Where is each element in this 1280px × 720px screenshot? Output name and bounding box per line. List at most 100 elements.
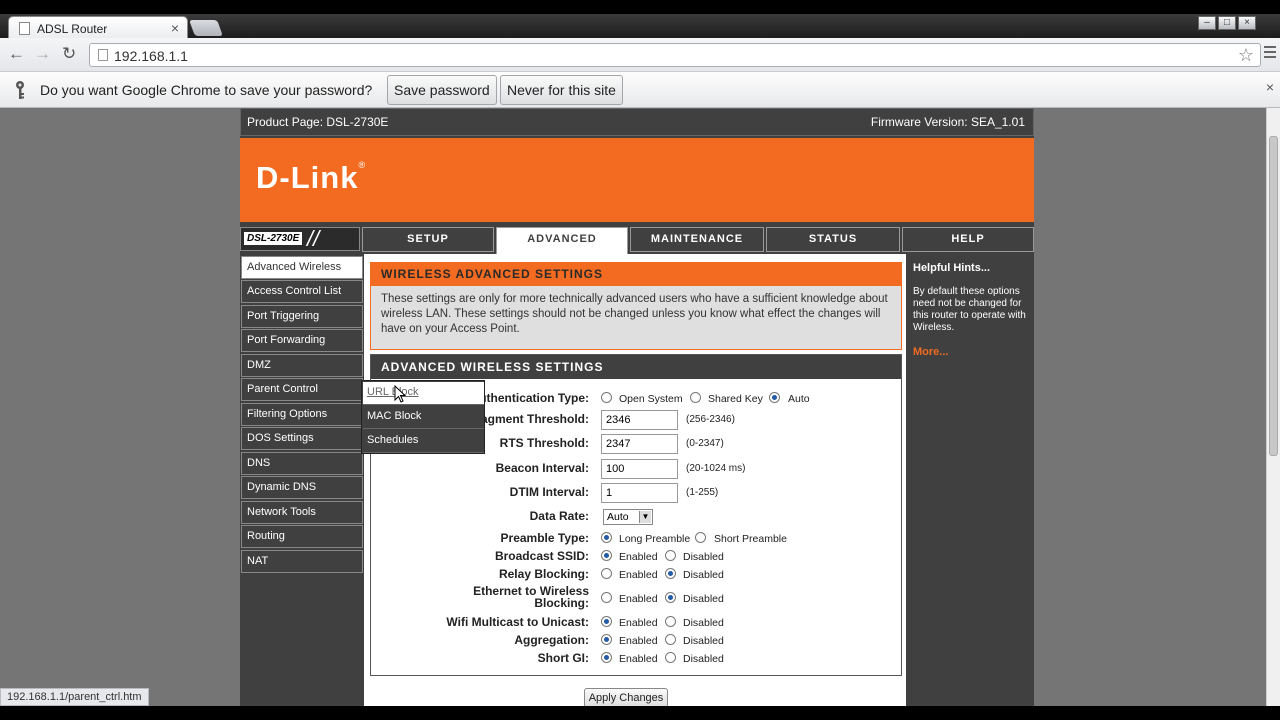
model-label: DSL-2730E xyxy=(244,232,303,245)
mouse-cursor-icon xyxy=(394,385,406,403)
sidebar: Advanced Wireless Access Control List Po… xyxy=(240,254,363,706)
save-password-button[interactable]: Save password xyxy=(387,75,497,105)
flyout-item-url-block[interactable]: URL Block xyxy=(363,382,484,405)
data-rate-select[interactable]: Auto ▼ xyxy=(603,509,653,525)
apply-changes-button[interactable]: Apply Changes xyxy=(584,688,668,706)
router-page: Product Page: DSL-2730E Firmware Version… xyxy=(240,108,1034,706)
beacon-label: Beacon Interval: xyxy=(495,461,589,475)
product-bar: Product Page: DSL-2730E Firmware Version… xyxy=(240,108,1034,136)
minimize-icon[interactable]: – xyxy=(1198,16,1216,30)
back-arrow-icon[interactable]: ← xyxy=(8,44,25,64)
frag-hint: (256-2346) xyxy=(686,414,735,425)
relay-enabled-radio[interactable] xyxy=(601,568,612,579)
dtim-interval-input[interactable]: 1 xyxy=(601,483,678,503)
sidebar-item-dynamic-dns[interactable]: Dynamic DNS xyxy=(241,476,363,499)
section-title: ADVANCED WIRELESS SETTINGS xyxy=(371,355,901,379)
dtim-hint: (1-255) xyxy=(686,487,719,498)
rts-threshold-input[interactable]: 2347 xyxy=(601,434,678,454)
tab-close-icon[interactable]: × xyxy=(171,20,179,36)
window-close-icon[interactable]: × xyxy=(1238,16,1256,30)
scrollbar-thumb[interactable] xyxy=(1269,136,1278,456)
hints-more-link[interactable]: More... xyxy=(913,346,948,358)
data-rate-value: Auto xyxy=(607,511,629,523)
e2w-enabled-radio[interactable] xyxy=(601,592,612,603)
bookmark-star-icon[interactable]: ☆ xyxy=(1238,45,1254,66)
e2w-disabled-radio[interactable] xyxy=(665,592,676,603)
auth-auto-label: Auto xyxy=(788,393,810,405)
dlink-banner: D-Link® xyxy=(240,138,1034,222)
tab-setup[interactable]: SETUP xyxy=(362,227,494,252)
preamble-label: Preamble Type: xyxy=(500,531,589,545)
sidebar-item-filtering-options[interactable]: Filtering Options xyxy=(241,403,363,426)
beacon-row: Beacon Interval: 100 (20-1024 ms) xyxy=(371,459,901,479)
auth-open-label: Open System xyxy=(619,393,683,405)
sidebar-item-nat[interactable]: NAT xyxy=(241,550,363,573)
infobar-question: Do you want Google Chrome to save your p… xyxy=(40,82,373,98)
agg-disabled-radio[interactable] xyxy=(665,634,676,645)
wireless-advanced-section: WIRELESS ADVANCED SETTINGS These setting… xyxy=(370,262,902,350)
sidebar-item-port-triggering[interactable]: Port Triggering xyxy=(241,305,363,328)
new-tab-button[interactable] xyxy=(189,20,223,36)
agg-disabled-label: Disabled xyxy=(683,635,724,647)
auth-type-label: Authentication Type: xyxy=(470,391,589,405)
ssid-enabled-radio[interactable] xyxy=(601,550,612,561)
chevron-down-icon[interactable]: ▼ xyxy=(639,511,651,523)
dlink-logo: D-Link® xyxy=(256,160,367,195)
flyout-item-schedules[interactable]: Schedules xyxy=(363,430,484,453)
sidebar-item-dos-settings[interactable]: DOS Settings xyxy=(241,427,363,450)
sidebar-item-access-control-list[interactable]: Access Control List xyxy=(241,280,363,303)
relay-disabled-radio[interactable] xyxy=(665,568,676,579)
wifi-disabled-radio[interactable] xyxy=(665,616,676,627)
forward-arrow-icon[interactable]: → xyxy=(34,44,51,64)
model-slashes: // xyxy=(307,226,320,251)
maximize-icon[interactable]: □ xyxy=(1218,16,1236,30)
preamble-short-label: Short Preamble xyxy=(714,533,787,545)
sidebar-item-network-tools[interactable]: Network Tools xyxy=(241,501,363,524)
model-box: DSL-2730E // xyxy=(240,227,360,251)
preamble-long-radio[interactable] xyxy=(601,532,612,543)
beacon-interval-input[interactable]: 100 xyxy=(601,459,678,479)
frag-threshold-input[interactable]: 2346 xyxy=(601,410,678,430)
wifi-enabled-radio[interactable] xyxy=(601,616,612,627)
browser-tab[interactable]: ADSL Router × xyxy=(8,16,188,40)
rts-label: RTS Threshold: xyxy=(499,436,589,450)
agg-enabled-radio[interactable] xyxy=(601,634,612,645)
relay-disabled-label: Disabled xyxy=(683,569,724,581)
infobar-close-icon[interactable]: × xyxy=(1266,79,1274,95)
sidebar-item-parent-control[interactable]: Parent Control xyxy=(241,378,363,401)
preamble-short-radio[interactable] xyxy=(695,532,706,543)
auth-auto-radio[interactable] xyxy=(769,392,780,403)
sidebar-item-dmz[interactable]: DMZ xyxy=(241,354,363,377)
address-url[interactable]: 192.168.1.1 xyxy=(114,48,188,64)
reload-icon[interactable]: ↻ xyxy=(62,44,76,64)
tab-advanced[interactable]: ADVANCED xyxy=(496,227,628,254)
tab-maintenance[interactable]: MAINTENANCE xyxy=(630,227,764,252)
data-rate-row: Data Rate: Auto ▼ xyxy=(371,507,901,527)
sidebar-item-advanced-wireless[interactable]: Advanced Wireless xyxy=(241,256,363,279)
sidebar-item-port-forwarding[interactable]: Port Forwarding xyxy=(241,329,363,352)
tab-status[interactable]: STATUS xyxy=(766,227,900,252)
tab-strip: ADSL Router × – □ × xyxy=(0,14,1280,40)
chrome-menu-icon[interactable] xyxy=(1264,46,1276,61)
section-title: WIRELESS ADVANCED SETTINGS xyxy=(371,263,901,286)
wifi-multicast-row: Wifi Multicast to Unicast: Enabled Disab… xyxy=(371,613,901,633)
sidebar-item-routing[interactable]: Routing xyxy=(241,525,363,548)
preamble-long-label: Long Preamble xyxy=(619,533,691,545)
tab-title: ADSL Router xyxy=(37,22,108,36)
sgi-enabled-radio[interactable] xyxy=(601,652,612,663)
tab-help[interactable]: HELP xyxy=(902,227,1034,252)
sgi-disabled-radio[interactable] xyxy=(665,652,676,663)
auth-shared-label: Shared Key xyxy=(708,393,763,405)
sidebar-item-dns[interactable]: DNS xyxy=(241,452,363,475)
broadcast-ssid-row: Broadcast SSID: Enabled Disabled xyxy=(371,547,901,567)
never-for-this-site-button[interactable]: Never for this site xyxy=(500,75,623,105)
auth-open-radio[interactable] xyxy=(601,392,612,403)
top-nav-tabs: SETUP ADVANCED MAINTENANCE STATUS HELP xyxy=(362,227,1034,254)
auth-shared-radio[interactable] xyxy=(690,392,701,403)
address-bar[interactable]: 192.168.1.1 ☆ xyxy=(89,43,1261,67)
screen: ADSL Router × – □ × ← → ↻ 192.168.1.1 ☆ … xyxy=(0,0,1280,720)
vertical-scrollbar[interactable] xyxy=(1266,108,1280,706)
flyout-item-mac-block[interactable]: MAC Block xyxy=(363,406,484,429)
relay-enabled-label: Enabled xyxy=(619,569,658,581)
ssid-disabled-radio[interactable] xyxy=(665,550,676,561)
